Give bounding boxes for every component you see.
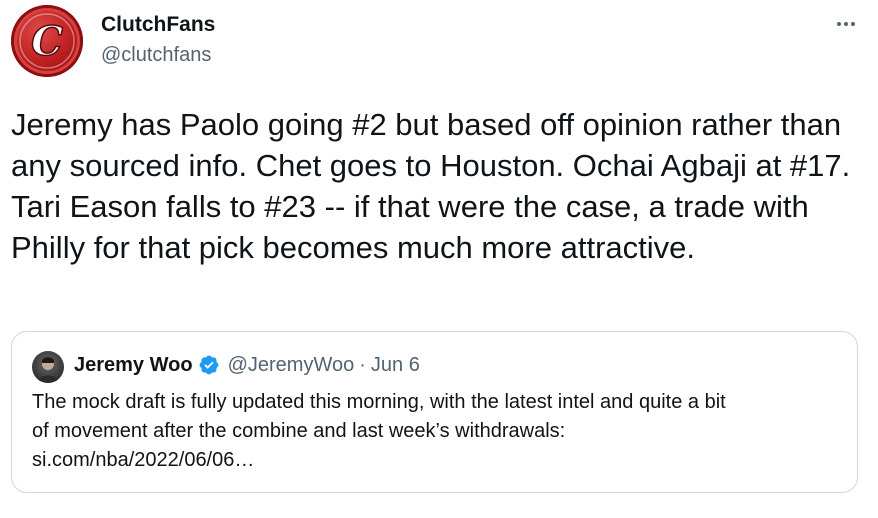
user-avatar-icon[interactable] bbox=[32, 351, 64, 383]
tweet-card: C ClutchFans @clutchfans Jeremy has Paol… bbox=[0, 0, 878, 518]
quoted-tweet-text: The mock draft is fully updated this mor… bbox=[32, 388, 842, 475]
quoted-tweet-date[interactable]: Jun 6 bbox=[371, 354, 420, 377]
svg-text:C: C bbox=[31, 18, 63, 65]
quoted-tweet[interactable]: Jeremy Woo @JeremyWoo · Jun 6 The mock d… bbox=[11, 331, 858, 493]
quoted-text-line: of movement after the combine and last w… bbox=[32, 420, 566, 442]
author-handle[interactable]: @clutchfans bbox=[101, 43, 211, 67]
more-horizontal-icon[interactable] bbox=[832, 10, 860, 38]
clutchfans-logo-icon[interactable]: C bbox=[11, 5, 83, 77]
quoted-author-name[interactable]: Jeremy Woo bbox=[74, 354, 193, 377]
verified-badge-icon bbox=[198, 354, 220, 376]
quoted-text-line: The mock draft is fully updated this mor… bbox=[32, 391, 726, 413]
quoted-tweet-header: Jeremy Woo @JeremyWoo · Jun 6 bbox=[74, 352, 420, 378]
quoted-tweet-link[interactable]: si.com/nba/2022/06/06… bbox=[32, 446, 842, 475]
separator-dot: · bbox=[359, 353, 366, 376]
quoted-author-handle[interactable]: @JeremyWoo bbox=[228, 354, 355, 377]
author-name[interactable]: ClutchFans bbox=[101, 12, 215, 38]
tweet-text: Jeremy has Paolo going #2 but based off … bbox=[11, 107, 851, 265]
